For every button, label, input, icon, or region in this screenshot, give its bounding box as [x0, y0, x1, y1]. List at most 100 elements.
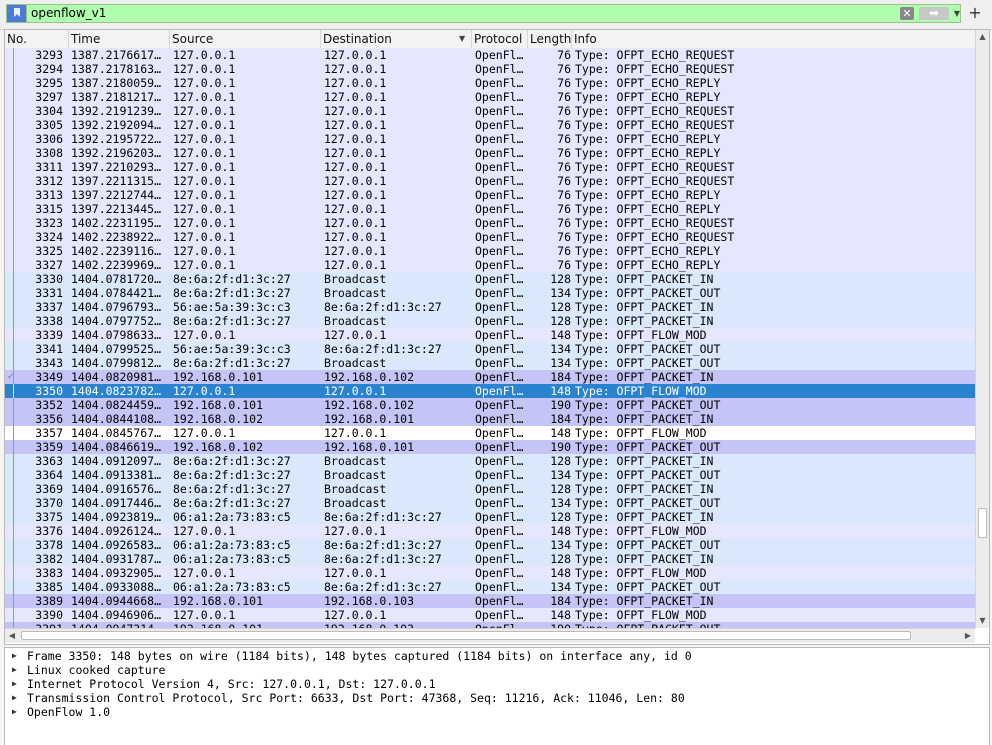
expand-arrow-icon[interactable]: ▶: [12, 691, 20, 705]
plus-icon[interactable]: +: [966, 4, 984, 22]
packet-row[interactable]: 3311 1397.2210293… 127.0.0.1 127.0.0.1 OpenF…: [5, 160, 975, 174]
display-filter-input[interactable]: [31, 5, 891, 22]
cell-len: 76: [557, 188, 571, 202]
column-header-length[interactable]: Length: [528, 30, 572, 48]
cell-no: 3375: [35, 510, 63, 524]
packet-row[interactable]: 3385 1404.0933088… 06:a1:2a:73:83:c5 8e:6a:…: [5, 580, 975, 594]
cell-no: 3357: [35, 426, 63, 440]
packet-row[interactable]: 3350 1404.0823782… 127.0.0.1 127.0.0.1 OpenF…: [5, 384, 975, 398]
packet-row[interactable]: 3369 1404.0916576… 8e:6a:2f:d1:3c:27 Broadc…: [5, 482, 975, 496]
packet-row[interactable]: 3389 1404.0944668… 192.168.0.101 192.168.0.…: [5, 594, 975, 608]
cell-src: 8e:6a:2f:d1:3c:27: [173, 496, 291, 510]
cell-info: Type: OFPT_ECHO_REPLY: [575, 258, 721, 272]
expand-arrow-icon[interactable]: ▶: [12, 663, 20, 677]
cell-len: 184: [550, 412, 571, 426]
horizontal-scroll-thumb[interactable]: [21, 631, 911, 640]
packet-row[interactable]: 3293 1387.2176617… 127.0.0.1 127.0.0.1 OpenF…: [5, 48, 975, 62]
packet-row[interactable]: 3294 1387.2178163… 127.0.0.1 127.0.0.1 OpenF…: [5, 62, 975, 76]
packet-row[interactable]: 3331 1404.0784421… 8e:6a:2f:d1:3c:27 Broadc…: [5, 286, 975, 300]
packet-row[interactable]: 3390 1404.0946906… 127.0.0.1 127.0.0.1 OpenF…: [5, 608, 975, 622]
packet-row[interactable]: 3304 1392.2191239… 127.0.0.1 127.0.0.1 OpenF…: [5, 104, 975, 118]
packet-row[interactable]: 3325 1402.2239116… 127.0.0.1 127.0.0.1 OpenF…: [5, 244, 975, 258]
expand-arrow-icon[interactable]: ▶: [12, 677, 20, 691]
column-header-info[interactable]: Info: [572, 30, 975, 48]
packet-row[interactable]: 3375 1404.0923819… 06:a1:2a:73:83:c5 8e:6a:…: [5, 510, 975, 524]
horizontal-scrollbar[interactable]: ◀ ▶: [5, 628, 975, 643]
packet-row[interactable]: 3341 1404.0799525… 56:ae:5a:39:3c:c3 8e:6a:…: [5, 342, 975, 356]
arrow-right-icon[interactable]: ➡: [919, 7, 949, 20]
packet-row[interactable]: 3364 1404.0913381… 8e:6a:2f:d1:3c:27 Broadc…: [5, 468, 975, 482]
packet-row[interactable]: 3383 1404.0932905… 127.0.0.1 127.0.0.1 OpenF…: [5, 566, 975, 580]
cell-len: 76: [557, 244, 571, 258]
packet-row[interactable]: 3297 1387.2181217… 127.0.0.1 127.0.0.1 OpenF…: [5, 90, 975, 104]
cell-no: 3350: [35, 384, 63, 398]
chevron-down-icon[interactable]: ▼: [952, 6, 962, 21]
expand-arrow-icon[interactable]: ▶: [12, 649, 20, 663]
scroll-down-icon[interactable]: ▼: [976, 614, 989, 628]
cell-no: 3369: [35, 482, 63, 496]
packet-row[interactable]: 3306 1392.2195722… 127.0.0.1 127.0.0.1 OpenF…: [5, 132, 975, 146]
cell-info: Type: OFPT_PACKET_IN: [575, 314, 714, 328]
packet-row[interactable]: 3363 1404.0912097… 8e:6a:2f:d1:3c:27 Broadc…: [5, 454, 975, 468]
vertical-scroll-thumb[interactable]: [978, 508, 987, 538]
cell-no: 3305: [35, 118, 63, 132]
packet-row[interactable]: 3343 1404.0799812… 8e:6a:2f:d1:3c:27 Broadc…: [5, 356, 975, 370]
cell-proto: OpenFl…: [475, 524, 524, 538]
packet-row[interactable]: 3308 1392.2196203… 127.0.0.1 127.0.0.1 OpenF…: [5, 146, 975, 160]
packet-row[interactable]: 3357 1404.0845767… 127.0.0.1 127.0.0.1 OpenF…: [5, 426, 975, 440]
packet-row[interactable]: 3305 1392.2192094… 127.0.0.1 127.0.0.1 OpenF…: [5, 118, 975, 132]
packet-row[interactable]: 3352 1404.0824459… 192.168.0.101 192.168.0.…: [5, 398, 975, 412]
scroll-up-icon[interactable]: ▲: [976, 30, 989, 44]
cell-time: 1402.2238922…: [71, 230, 162, 244]
cell-no: 3312: [35, 174, 63, 188]
cell-len: 76: [557, 48, 571, 62]
cell-proto: OpenFl…: [475, 510, 524, 524]
clear-x-icon[interactable]: ✕: [900, 7, 914, 20]
scroll-right-icon[interactable]: ▶: [961, 629, 975, 643]
packet-row[interactable]: 3313 1397.2212744… 127.0.0.1 127.0.0.1 OpenF…: [5, 188, 975, 202]
cell-proto: OpenFl…: [475, 104, 524, 118]
cell-src: 127.0.0.1: [173, 384, 236, 398]
scroll-left-icon[interactable]: ◀: [5, 629, 19, 643]
cell-dst: 127.0.0.1: [324, 160, 387, 174]
packet-row[interactable]: ✓ 3349 1404.0820981… 192.168.0.101 192.168.0…: [5, 370, 975, 384]
packet-row[interactable]: 3323 1402.2231195… 127.0.0.1 127.0.0.1 OpenF…: [5, 216, 975, 230]
packet-row[interactable]: 3295 1387.2180059… 127.0.0.1 127.0.0.1 OpenF…: [5, 76, 975, 90]
bookmark-icon[interactable]: [7, 5, 27, 22]
packet-row[interactable]: 3338 1404.0797752… 8e:6a:2f:d1:3c:27 Broadc…: [5, 314, 975, 328]
packet-row[interactable]: 3382 1404.0931787… 06:a1:2a:73:83:c5 8e:6a:…: [5, 552, 975, 566]
detail-row-ipv4[interactable]: ▶ Internet Protocol Version 4, Src: 127.0…: [5, 677, 989, 691]
packet-row[interactable]: 3337 1404.0796793… 56:ae:5a:39:3c:c3 8e:6a:…: [5, 300, 975, 314]
packet-row[interactable]: 3370 1404.0917446… 8e:6a:2f:d1:3c:27 Broadc…: [5, 496, 975, 510]
detail-row-tcp[interactable]: ▶ Transmission Control Protocol, Src Port…: [5, 691, 989, 705]
cell-time: 1404.0946906…: [71, 608, 162, 622]
column-header-protocol[interactable]: Protocol: [472, 30, 528, 48]
cell-time: 1404.0845767…: [71, 426, 162, 440]
packet-row[interactable]: 3312 1397.2211315… 127.0.0.1 127.0.0.1 OpenF…: [5, 174, 975, 188]
column-header-source[interactable]: Source: [170, 30, 321, 48]
packet-row[interactable]: 3315 1397.2213445… 127.0.0.1 127.0.0.1 OpenF…: [5, 202, 975, 216]
packet-row[interactable]: 3324 1402.2238922… 127.0.0.1 127.0.0.1 OpenF…: [5, 230, 975, 244]
cell-no: 3385: [35, 580, 63, 594]
vertical-scrollbar[interactable]: ▲ ▼: [975, 30, 989, 628]
column-header-destination[interactable]: Destination: [321, 30, 472, 48]
cell-len: 128: [550, 454, 571, 468]
cell-dst: 8e:6a:2f:d1:3c:27: [324, 580, 442, 594]
detail-row-openflow[interactable]: ▶ OpenFlow 1.0: [5, 705, 989, 719]
packet-row[interactable]: 3376 1404.0926124… 127.0.0.1 127.0.0.1 OpenF…: [5, 524, 975, 538]
expand-arrow-icon[interactable]: ▶: [12, 705, 20, 719]
column-header-time[interactable]: Time: [69, 30, 170, 48]
detail-row-linux-cooked[interactable]: ▶ Linux cooked capture: [5, 663, 989, 677]
packet-row[interactable]: 3339 1404.0798633… 127.0.0.1 127.0.0.1 OpenF…: [5, 328, 975, 342]
cell-src: 56:ae:5a:39:3c:c3: [173, 300, 291, 314]
detail-row-frame[interactable]: ▶ Frame 3350: 148 bytes on wire (1184 bit…: [5, 649, 989, 663]
cell-src: 127.0.0.1: [173, 524, 236, 538]
packet-row[interactable]: 3327 1402.2239969… 127.0.0.1 127.0.0.1 OpenF…: [5, 258, 975, 272]
cell-info: Type: OFPT_ECHO_REQUEST: [575, 216, 735, 230]
packet-row[interactable]: 3359 1404.0846619… 192.168.0.102 192.168.0.…: [5, 440, 975, 454]
packet-row[interactable]: 3356 1404.0844108… 192.168.0.102 192.168.0.…: [5, 412, 975, 426]
column-header-no[interactable]: No.: [5, 30, 69, 48]
packet-row[interactable]: 3378 1404.0926583… 06:a1:2a:73:83:c5 8e:6a:…: [5, 538, 975, 552]
display-filter-field[interactable]: ✕ ➡ ▼: [6, 4, 961, 23]
packet-row[interactable]: 3330 1404.0781720… 8e:6a:2f:d1:3c:27 Broadc…: [5, 272, 975, 286]
